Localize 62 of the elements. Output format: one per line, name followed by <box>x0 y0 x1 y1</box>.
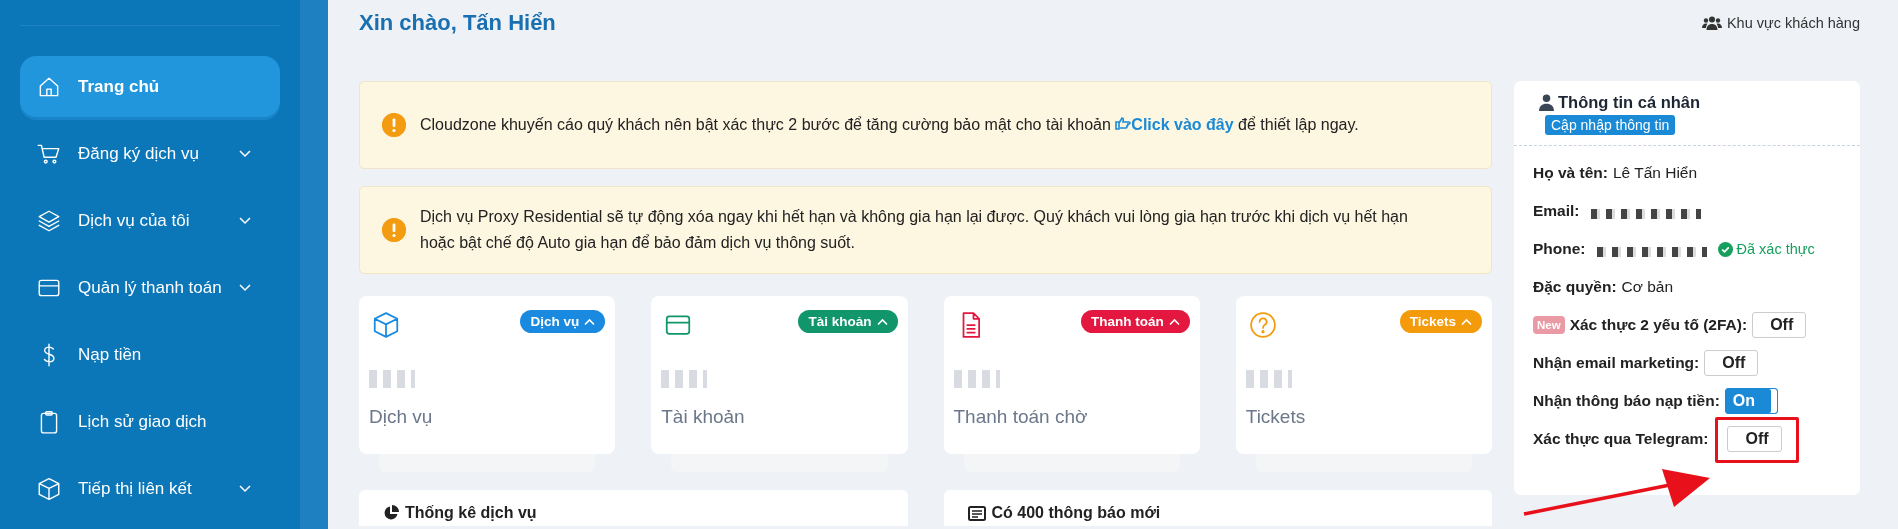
customer-area-link[interactable]: Khu vực khách hàng <box>1701 15 1860 31</box>
chevron-up-icon <box>584 317 596 326</box>
chevron-down-icon <box>238 483 252 494</box>
sidebar-item[interactable]: Nạp tiền <box>20 324 280 385</box>
field-value: Lê Tấn Hiển <box>1612 164 1698 182</box>
field-label: Email: <box>1533 202 1580 220</box>
sidebar-item[interactable]: Lịch sử giao dịch <box>20 391 280 452</box>
redacted-block <box>369 370 415 388</box>
toggle-switch[interactable]: Off <box>1752 312 1807 338</box>
card-badge[interactable]: Thanh toán <box>1081 310 1190 333</box>
chevron-up-icon <box>1168 317 1180 326</box>
panel-title: Thống kê dịch vụ <box>405 504 537 522</box>
chevron-down-icon <box>238 282 252 293</box>
field-value: Cơ bản <box>1621 278 1674 296</box>
field-label: Đặc quyền: <box>1533 278 1617 296</box>
card-caption: Tài khoản <box>661 406 746 428</box>
card-caption: Thanh toán chờ <box>953 406 1089 428</box>
update-info-button[interactable]: Cập nhập thông tin <box>1545 115 1676 135</box>
field-label: Xác thực qua Telegram: <box>1533 430 1709 448</box>
pie-chart-icon <box>383 505 399 521</box>
setup-link[interactable]: Click vào đây <box>1115 116 1234 133</box>
toggle-switch[interactable]: Off <box>1727 426 1782 452</box>
card-badge[interactable]: Dịch vụ <box>520 310 606 333</box>
pointing-hand-icon <box>1115 116 1132 130</box>
cube-icon <box>36 475 62 502</box>
chevron-up-icon <box>876 317 888 326</box>
toggle-switch[interactable]: On <box>1724 388 1779 414</box>
card-caption: Dịch vụ <box>369 406 434 428</box>
question-icon <box>1247 310 1278 340</box>
card-badge[interactable]: Tài khoản <box>798 310 898 333</box>
chevron-down-icon <box>238 148 252 159</box>
sidebar-item[interactable]: Đăng ký dịch vụ <box>20 123 280 184</box>
field-label: Xác thực 2 yếu tố (2FA): <box>1569 316 1748 334</box>
panel-title: Thông tin cá nhân <box>1558 93 1701 112</box>
redacted-block <box>661 370 708 388</box>
greeting-title: Xin chào, Tấn Hiển <box>359 10 556 36</box>
verified-status: Đã xác thực <box>1736 241 1815 257</box>
toggle-switch[interactable]: Off <box>1704 350 1759 376</box>
field-label: Phone: <box>1533 240 1586 258</box>
sidebar-item[interactable]: Quản lý thanh toán <box>20 257 280 318</box>
warning-icon <box>382 218 406 242</box>
sidebar-item[interactable]: Dịch vụ của tôi <box>20 190 280 251</box>
warning-icon <box>382 113 406 137</box>
check-circle-icon <box>1717 241 1733 257</box>
new-badge: New <box>1533 316 1565 334</box>
field-label: Nhận thông báo nạp tiền: <box>1533 392 1720 410</box>
alert-message: Cloudzone khuyến cáo quý khách nên bật xác thực 2 bước để tăng cường bảo mật cho tài khoản Click vào đây để thiết lập ngay. <box>420 115 1359 135</box>
newspaper-icon <box>967 505 986 521</box>
users-icon <box>1701 16 1722 30</box>
redacted-block <box>1245 370 1292 388</box>
chevron-up-icon <box>1461 317 1472 326</box>
user-icon <box>1538 94 1555 111</box>
panel-title: Có 400 thông báo mới <box>991 504 1161 522</box>
alert-message: Dịch vụ Proxy Residential sẽ tự động xóa ngay khi hết hạn và không gia hạn lại được. Quý khách vui lòng gia hạn trước khi dịch vụ hết hạn hoặc bật chế độ Auto gia hạn để bảo đảm dịch vụ thông suốt. <box>420 207 1409 253</box>
sidebar-item[interactable]: Tiếp thị liên kết <box>20 458 280 519</box>
card-caption: Tickets <box>1245 406 1307 428</box>
cube-icon <box>371 310 401 340</box>
sidebar-item[interactable]: Trang chủ <box>20 56 280 117</box>
chevron-down-icon <box>238 215 252 226</box>
field-label: Nhận email marketing: <box>1533 354 1700 372</box>
redacted-block <box>953 370 1000 388</box>
field-label: Họ và tên: <box>1533 164 1608 182</box>
